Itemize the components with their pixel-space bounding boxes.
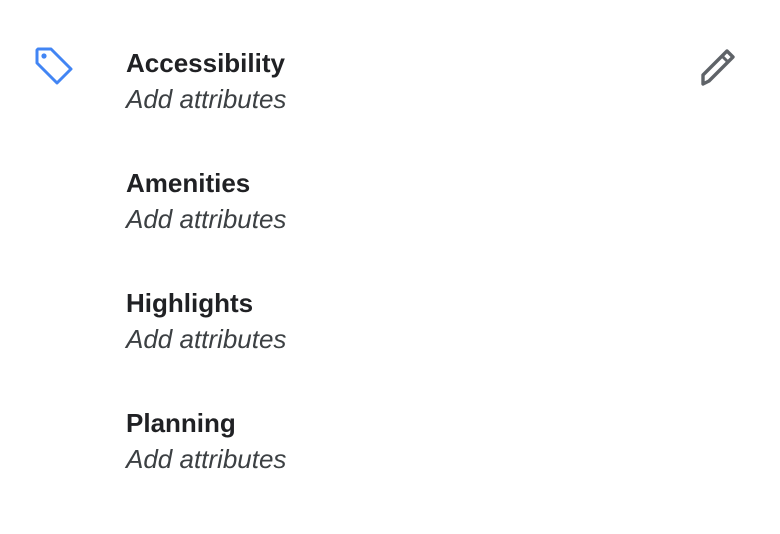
add-attributes-link[interactable]: Add attributes [126, 200, 286, 238]
group-title: Accessibility [126, 48, 285, 78]
group-title: Planning [126, 408, 236, 438]
tag-icon [32, 44, 76, 88]
edit-icon[interactable] [696, 44, 740, 88]
group-title: Highlights [126, 288, 254, 318]
attribute-group-accessibility: Accessibility Add attributes [126, 46, 286, 166]
add-attributes-link[interactable]: Add attributes [126, 80, 286, 118]
attribute-group-planning: Planning Add attributes [126, 406, 286, 526]
add-attributes-link[interactable]: Add attributes [126, 320, 286, 358]
group-title: Amenities [126, 168, 251, 198]
attribute-list: Accessibility Add attributes Amenities A… [126, 46, 286, 526]
attribute-group-highlights: Highlights Add attributes [126, 286, 286, 406]
add-attributes-link[interactable]: Add attributes [126, 440, 286, 478]
attribute-group-amenities: Amenities Add attributes [126, 166, 286, 286]
